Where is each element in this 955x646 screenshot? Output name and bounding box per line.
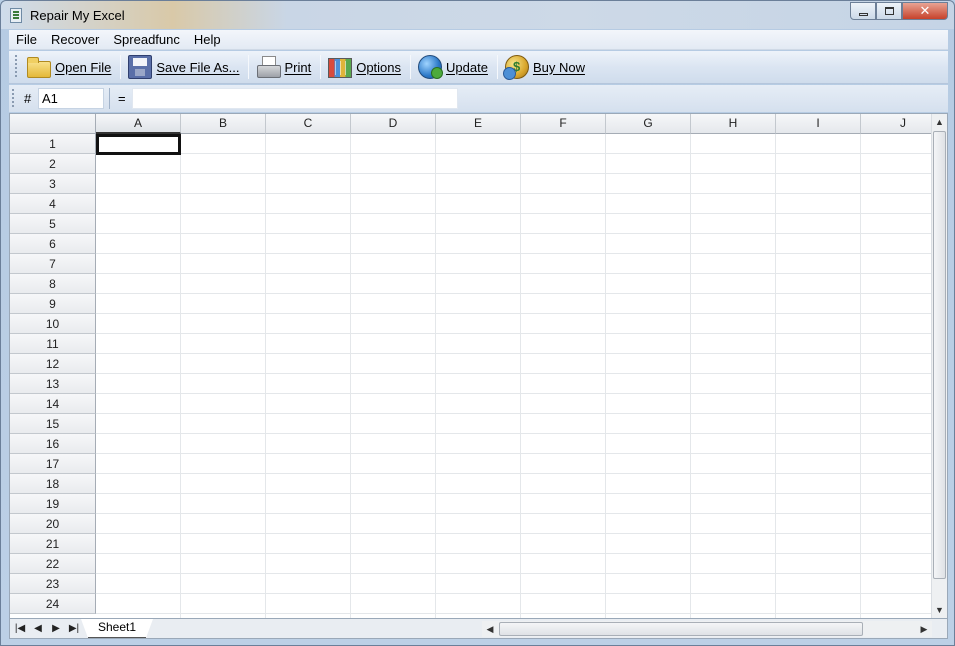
row-header[interactable]: 20 — [10, 514, 96, 534]
equals-label: = — [118, 91, 126, 106]
column-header[interactable]: I — [776, 114, 861, 134]
row-header[interactable]: 18 — [10, 474, 96, 494]
toolbar: Open File Save File As... Print Options … — [9, 51, 948, 84]
row-header[interactable]: 6 — [10, 234, 96, 254]
next-sheet-icon[interactable]: ▶ — [48, 621, 64, 637]
options-label: Options — [356, 59, 402, 75]
spreadsheet-grid: ABCDEFGHIJ 1 2 3 4 5 6 7 8 9 10 11 12 13 14 15 16 17 18 19… — [9, 113, 948, 619]
toolbar-grip[interactable] — [13, 55, 19, 79]
column-header[interactable]: E — [436, 114, 521, 134]
row-header[interactable]: 1 — [10, 134, 96, 154]
window-controls: ✕ — [850, 2, 948, 20]
scroll-up-arrow-icon[interactable]: ▲ — [932, 114, 947, 130]
cell-ref-label: # — [24, 91, 32, 106]
window-title: Repair My Excel — [30, 8, 125, 23]
save-file-as-label: Save File As... — [156, 59, 240, 75]
app-window: Repair My Excel ✕ File Recover Spreadfun… — [0, 0, 955, 646]
toolbar-separator — [120, 55, 122, 79]
cell-reference-input[interactable]: A1 — [38, 88, 104, 109]
formula-bar-grip[interactable] — [12, 88, 16, 109]
save-file-as-button[interactable]: Save File As... — [124, 53, 245, 81]
row-header[interactable]: 5 — [10, 214, 96, 234]
globe-update-icon — [418, 55, 444, 79]
row-header[interactable]: 14 — [10, 394, 96, 414]
cell-area[interactable] — [96, 134, 931, 618]
print-label: Print — [284, 59, 312, 75]
previous-sheet-icon[interactable]: ◀ — [30, 621, 46, 637]
title-bar[interactable]: Repair My Excel ✕ — [1, 1, 954, 29]
formula-input[interactable] — [132, 88, 458, 109]
row-header[interactable]: 15 — [10, 414, 96, 434]
printer-icon — [256, 55, 282, 79]
vertical-scrollbar[interactable]: ▲ ▼ — [931, 114, 947, 618]
row-header[interactable]: 7 — [10, 254, 96, 274]
open-file-label: Open File — [55, 59, 112, 75]
floppy-disk-icon — [128, 55, 153, 79]
row-header[interactable]: 16 — [10, 434, 96, 454]
formula-bar: # A1 = — [9, 85, 948, 112]
row-header[interactable]: 8 — [10, 274, 96, 294]
column-header[interactable]: C — [266, 114, 351, 134]
horizontal-scrollbar[interactable]: ◀ ▶ — [482, 621, 932, 637]
menu-recover[interactable]: Recover — [44, 30, 106, 50]
scroll-right-arrow-icon[interactable]: ▶ — [916, 621, 932, 637]
sheet-tab-sheet1[interactable]: Sheet1 — [81, 619, 153, 638]
row-header[interactable]: 17 — [10, 454, 96, 474]
row-header[interactable]: 2 — [10, 154, 96, 174]
coins-icon — [502, 55, 529, 80]
formula-bar-separator — [109, 88, 110, 109]
buy-now-button[interactable]: Buy Now — [501, 53, 591, 81]
select-all-corner[interactable] — [10, 114, 96, 134]
column-header[interactable]: H — [691, 114, 776, 134]
toolbar-separator — [410, 55, 412, 79]
column-header[interactable]: G — [606, 114, 691, 134]
horizontal-scroll-thumb[interactable] — [499, 622, 863, 636]
menu-spreadfunc[interactable]: Spreadfunc — [106, 30, 187, 50]
first-sheet-icon[interactable]: |◀ — [12, 621, 28, 637]
update-label: Update — [446, 59, 488, 75]
row-header[interactable]: 10 — [10, 314, 96, 334]
options-icon — [328, 58, 353, 78]
close-button[interactable]: ✕ — [902, 2, 948, 20]
folder-icon — [27, 57, 51, 78]
toolbar-separator — [248, 55, 250, 79]
open-file-button[interactable]: Open File — [23, 53, 117, 81]
menu-help[interactable]: Help — [187, 30, 228, 50]
row-header[interactable]: 4 — [10, 194, 96, 214]
row-header[interactable]: 19 — [10, 494, 96, 514]
row-header[interactable]: 24 — [10, 594, 96, 614]
maximize-icon — [884, 7, 894, 15]
close-icon: ✕ — [919, 3, 931, 18]
column-header[interactable]: F — [521, 114, 606, 134]
row-header[interactable]: 3 — [10, 174, 96, 194]
row-header[interactable]: 23 — [10, 574, 96, 594]
vertical-scroll-thumb[interactable] — [933, 131, 946, 579]
sheet-tab-bar: |◀ ◀ ▶ ▶| Sheet1 ◀ ▶ — [9, 619, 948, 639]
last-sheet-icon[interactable]: ▶| — [66, 621, 82, 637]
toolbar-separator — [496, 55, 498, 79]
row-header[interactable]: 21 — [10, 534, 96, 554]
options-button[interactable]: Options — [324, 53, 407, 81]
scroll-left-arrow-icon[interactable]: ◀ — [482, 621, 498, 637]
maximize-button[interactable] — [876, 2, 902, 20]
column-header[interactable]: A — [96, 114, 181, 134]
scroll-down-arrow-icon[interactable]: ▼ — [932, 602, 947, 618]
row-header[interactable]: 13 — [10, 374, 96, 394]
row-header[interactable]: 22 — [10, 554, 96, 574]
row-header[interactable]: 9 — [10, 294, 96, 314]
minimize-button[interactable] — [850, 2, 876, 20]
selected-cell[interactable] — [96, 134, 181, 155]
buy-now-label: Buy Now — [532, 59, 585, 75]
menu-file[interactable]: File — [9, 30, 44, 50]
toolbar-separator — [320, 55, 322, 79]
spreadsheet-app-icon — [10, 8, 22, 23]
row-header[interactable]: 11 — [10, 334, 96, 354]
menu-bar: File Recover Spreadfunc Help — [9, 30, 948, 50]
row-header[interactable]: 12 — [10, 354, 96, 374]
column-header[interactable]: B — [181, 114, 266, 134]
print-button[interactable]: Print — [252, 53, 317, 81]
column-header[interactable]: D — [351, 114, 436, 134]
update-button[interactable]: Update — [414, 53, 494, 81]
minimize-icon — [858, 12, 868, 16]
